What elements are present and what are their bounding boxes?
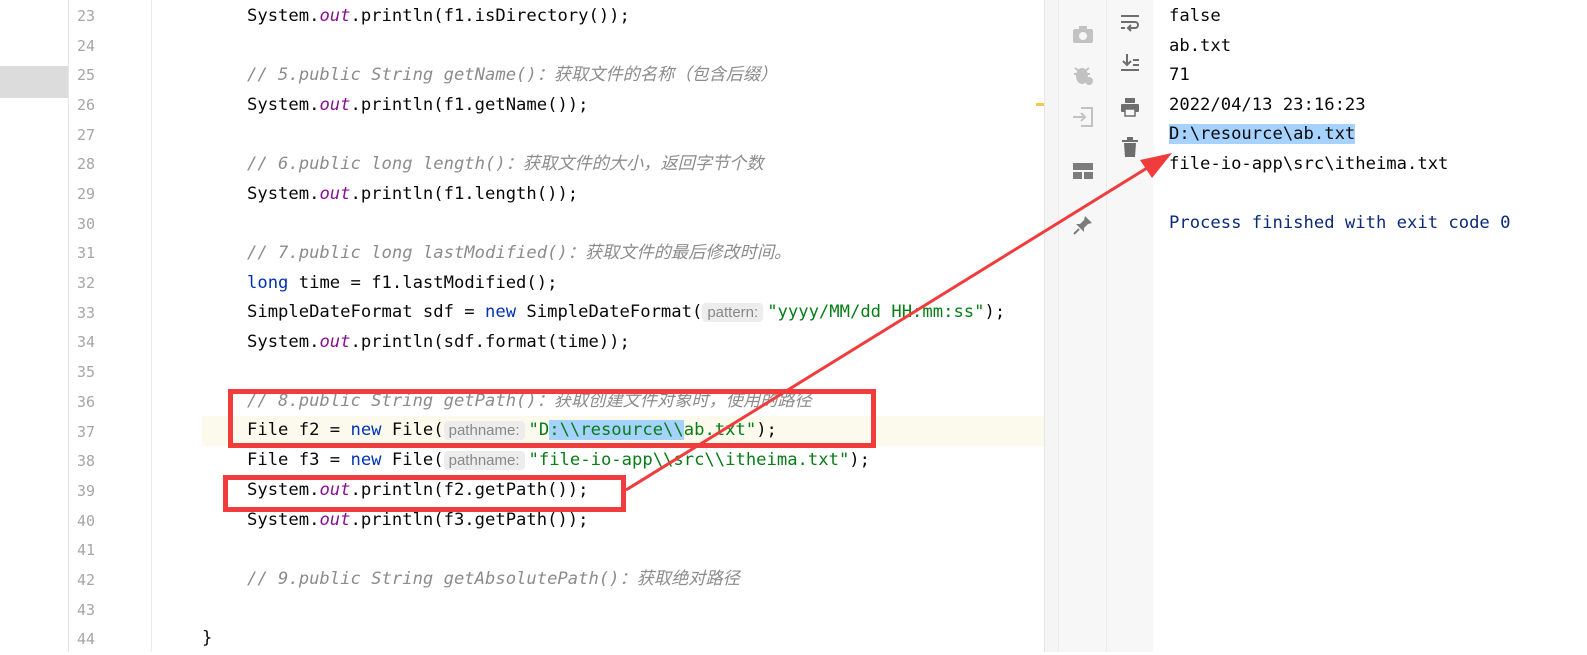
ide-window: 23 24 25 26 27 28 29 30 31 32 33 34 35 36 37 38 39 40 41 42…: [0, 0, 1587, 652]
annotation-arrow: [625, 153, 1172, 492]
